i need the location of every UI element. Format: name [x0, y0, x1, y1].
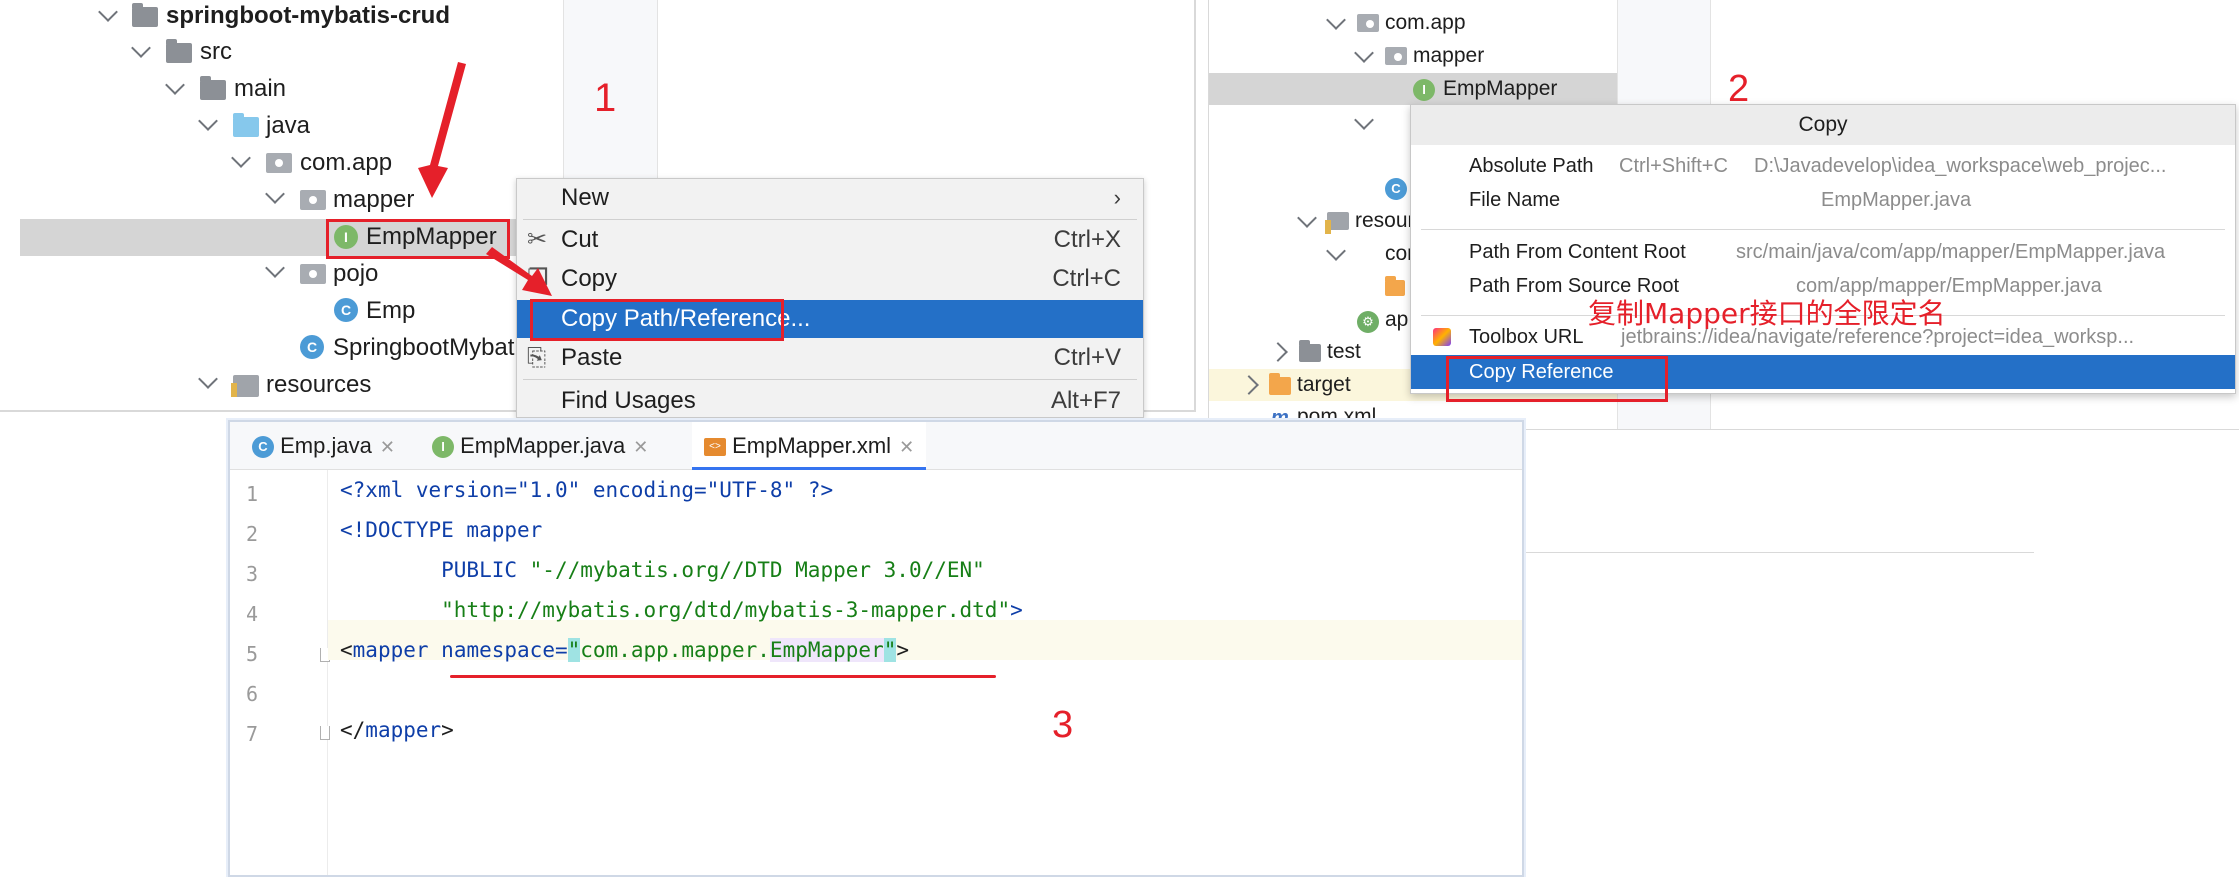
resources-folder-icon	[1325, 212, 1349, 234]
tree-item-mapper[interactable]: mapper	[1413, 40, 1484, 72]
copy-option-path-from-content-root[interactable]: Path From Content Root src/main/java/com…	[1411, 235, 2235, 269]
arrow-icon	[486, 247, 552, 296]
line-number: 2	[246, 522, 259, 546]
tree-item-application[interactable]: ap	[1385, 304, 1408, 336]
excluded-folder-icon	[1269, 373, 1291, 395]
package-icon	[1357, 14, 1379, 32]
tree-item-target[interactable]: target	[1297, 369, 1351, 401]
code-line-1[interactable]: <?xml version="1.0" encoding="UTF-8" ?>	[340, 478, 833, 502]
code-line-5[interactable]: <mapper namespace="com.app.mapper.EmpMap…	[340, 638, 909, 662]
package-icon	[1385, 47, 1407, 65]
xml-icon: <>	[704, 438, 726, 457]
chevron-down-icon[interactable]	[1354, 43, 1374, 63]
chevron-down-icon[interactable]	[1297, 208, 1317, 228]
line-number: 4	[246, 602, 259, 626]
tree-item-resources[interactable]: resour	[1355, 205, 1415, 237]
copy-option-file-name[interactable]: File Name EmpMapper.java	[1411, 183, 2235, 217]
xml-file-icon	[1385, 276, 1405, 296]
close-icon[interactable]: ✕	[899, 437, 914, 457]
arrow-icon	[418, 62, 466, 198]
annotation-copy-fqn: 复制Mapper接口的全限定名	[1588, 297, 1946, 330]
tree-item-empmapper[interactable]: EmpMapper	[1443, 73, 1557, 105]
copy-reference-popup: Copy Absolute Path Ctrl+Shift+C D:\Javad…	[1410, 104, 2236, 394]
line-number: 6	[246, 682, 259, 706]
fold-marker-icon[interactable]	[320, 726, 330, 740]
annotation-arrows	[418, 62, 552, 296]
toolbox-icon	[1433, 328, 1451, 346]
line-number-gutter: 1 2 3 4 5 6 7	[230, 470, 330, 875]
tab-empmapper-xml[interactable]: <> EmpMapper.xml ✕	[692, 422, 927, 470]
close-icon[interactable]: ✕	[633, 437, 648, 457]
line-number: 7	[246, 722, 259, 746]
divider-line	[1524, 552, 2034, 553]
popup-divider	[1421, 229, 2225, 230]
chevron-down-icon[interactable]	[1326, 241, 1346, 261]
line-number: 3	[246, 562, 259, 586]
line-number: 5	[246, 642, 259, 666]
tree-item-com-app[interactable]: com.app	[1385, 7, 1466, 39]
folder-icon	[1299, 340, 1321, 362]
namespace-underline	[450, 675, 996, 678]
code-line-3[interactable]: PUBLIC "-//mybatis.org//DTD Mapper 3.0//…	[340, 558, 985, 582]
close-icon[interactable]: ✕	[380, 437, 395, 457]
chevron-down-icon[interactable]	[1354, 110, 1374, 130]
popup-title: Copy	[1411, 105, 2235, 145]
step-number-3: 3	[1052, 704, 1074, 746]
class-icon: C	[1385, 178, 1407, 200]
step-number-2: 2	[1728, 68, 1750, 110]
line-number: 1	[246, 482, 259, 506]
copy-option-absolute-path[interactable]: Absolute Path Ctrl+Shift+C D:\Javadevelo…	[1411, 149, 2235, 183]
chevron-down-icon[interactable]	[1326, 10, 1346, 30]
tab-emp-java[interactable]: C Emp.java ✕	[252, 422, 395, 470]
editor-tab-bar: C Emp.java ✕ I EmpMapper.java ✕ <> EmpMapp…	[230, 422, 1522, 470]
code-line-2[interactable]: <!DOCTYPE mapper	[340, 518, 542, 542]
tab-empmapper-java[interactable]: I EmpMapper.java ✕	[432, 422, 648, 470]
code-line-7[interactable]: </mapper>	[340, 718, 454, 742]
config-file-icon: ⚙	[1357, 311, 1379, 333]
code-editor: C Emp.java ✕ I EmpMapper.java ✕ <> EmpMapp…	[228, 420, 1524, 877]
interface-icon: I	[1413, 79, 1435, 101]
code-line-4[interactable]: "http://mybatis.org/dtd/mybatis-3-mapper…	[340, 598, 1023, 622]
highlight-box-copy-reference	[1446, 356, 1668, 402]
tree-item-test[interactable]: test	[1327, 336, 1361, 368]
class-icon: C	[252, 436, 274, 459]
chevron-right-icon[interactable]	[1268, 342, 1288, 362]
interface-icon: I	[432, 436, 454, 459]
